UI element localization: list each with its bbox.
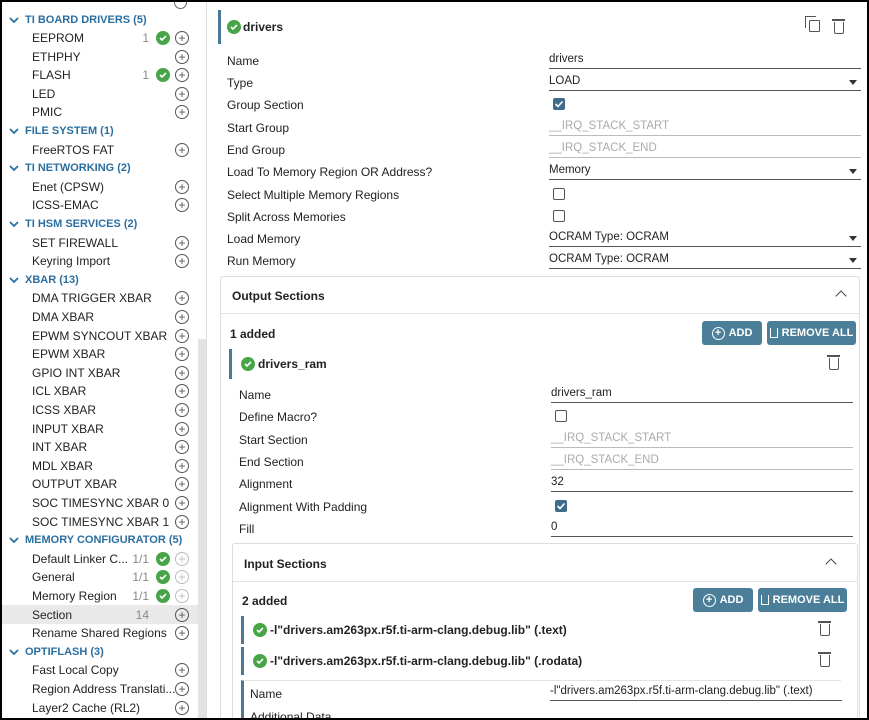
window-frame (0, 0, 869, 720)
